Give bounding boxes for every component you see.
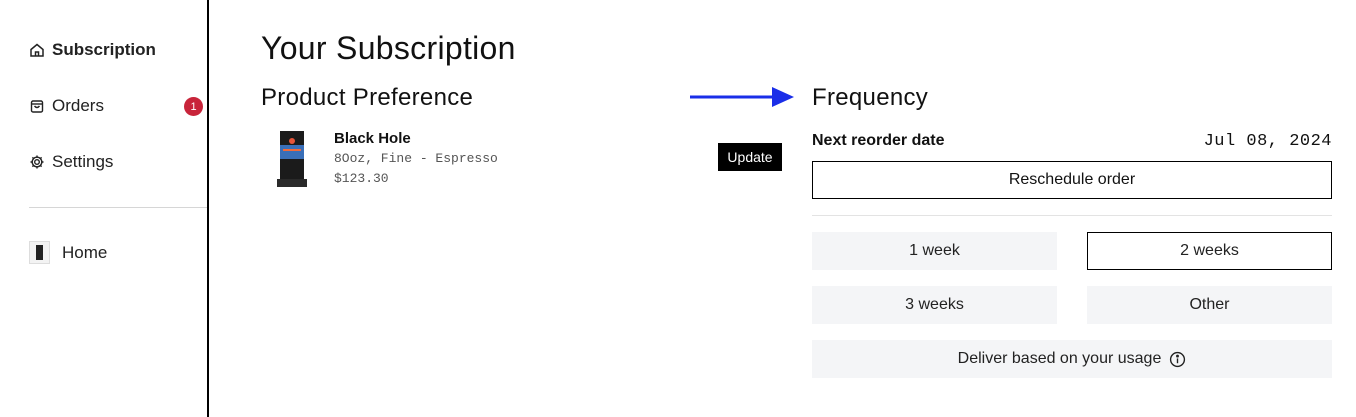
frequency-option-1-week[interactable]: 1 week — [812, 232, 1057, 270]
product-image — [277, 131, 307, 187]
sidebar-item-settings[interactable]: Settings — [29, 152, 113, 172]
product-name: Black Hole — [334, 130, 411, 147]
sidebar-item-label: Settings — [52, 152, 114, 171]
sidebar-item-home[interactable]: Home — [29, 241, 107, 264]
shopping-bag-icon — [30, 100, 44, 113]
orders-count-badge: 1 — [184, 97, 203, 116]
product-thumbnail-icon — [29, 241, 50, 264]
product-preference-title: Product Preference — [261, 84, 474, 111]
reschedule-order-button[interactable]: Reschedule order — [812, 161, 1332, 199]
sidebar-item-label: Home — [62, 242, 108, 262]
frequency-option-3-weeks[interactable]: 3 weeks — [812, 286, 1057, 324]
sidebar-item-orders[interactable]: Orders — [29, 96, 104, 116]
sidebar-divider — [29, 207, 207, 208]
next-reorder-date: Jul 08, 2024 — [1203, 132, 1332, 151]
sidebar-item-subscription[interactable]: Subscription — [29, 40, 156, 60]
gear-icon — [30, 155, 44, 169]
update-button[interactable]: Update — [718, 143, 782, 171]
section-divider — [812, 215, 1332, 216]
product-spec: 8Ooz, Fine - Espresso — [334, 151, 498, 166]
sidebar-item-label: Subscription — [52, 40, 156, 59]
frequency-option-2-weeks[interactable]: 2 weeks — [1087, 232, 1332, 270]
arrow-right-icon — [690, 87, 794, 107]
sidebar-item-label: Orders — [52, 96, 104, 115]
page-title: Your Subscription — [261, 30, 516, 66]
deliver-based-on-usage-button[interactable]: Deliver based on your usage — [812, 340, 1332, 378]
home-icon — [30, 43, 44, 57]
frequency-option-other[interactable]: Other — [1087, 286, 1332, 324]
info-icon[interactable] — [1169, 351, 1186, 368]
usage-label: Deliver based on your usage — [957, 350, 1162, 367]
product-price: $123.30 — [334, 171, 389, 186]
sidebar: Subscription Orders 1 Settings Home — [0, 0, 209, 417]
next-reorder-label: Next reorder date — [812, 132, 945, 149]
frequency-title: Frequency — [812, 84, 929, 111]
